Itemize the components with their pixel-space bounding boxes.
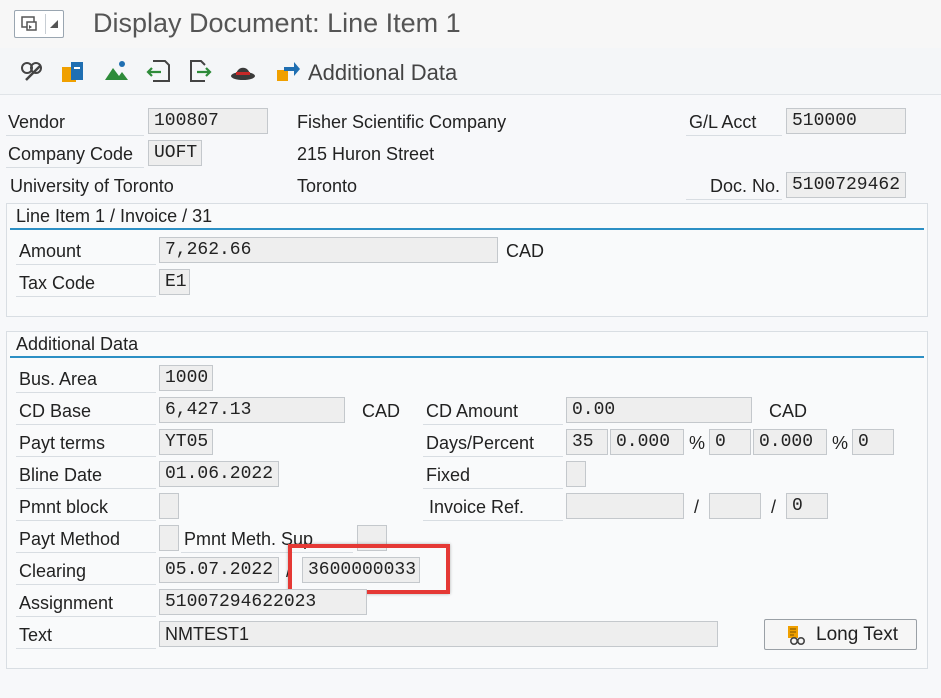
bline-date-field[interactable]: 01.06.2022 xyxy=(159,461,279,487)
amount-currency: CAD xyxy=(506,241,545,261)
clearing-label: Clearing xyxy=(19,561,87,581)
text-field[interactable]: NMTEST1 xyxy=(159,621,718,647)
long-text-icon xyxy=(788,626,806,646)
payt-method-field[interactable] xyxy=(159,525,179,551)
invoice-ref-year-field[interactable] xyxy=(709,493,761,519)
text-label: Text xyxy=(19,625,53,645)
additional-data-group-title: Additional Data xyxy=(16,334,139,354)
clearing-date-field[interactable]: 05.07.2022 xyxy=(159,557,279,583)
pmnt-block-label: Pmnt block xyxy=(19,497,109,517)
payt-terms-label: Payt terms xyxy=(19,433,106,453)
display-change-icon[interactable] xyxy=(18,58,44,84)
invoice-ref-item-field[interactable]: 0 xyxy=(786,493,828,519)
tax-code-label: Tax Code xyxy=(19,273,96,293)
pct1-sign: % xyxy=(689,433,706,453)
days1-field[interactable]: 35 xyxy=(566,429,608,455)
doc-no-field[interactable]: 5100729462 xyxy=(786,172,906,198)
company-code-field[interactable]: UOFT xyxy=(148,140,202,166)
cd-base-field[interactable]: 6,427.13 xyxy=(159,397,345,423)
vendor-street: 215 Huron Street xyxy=(297,144,435,164)
payt-method-label: Payt Method xyxy=(19,529,121,549)
additional-data-button[interactable]: Additional Data xyxy=(308,60,457,86)
days2-field[interactable]: 0 xyxy=(709,429,751,455)
pmnt-block-field[interactable] xyxy=(159,493,179,519)
gl-acct-label: G/L Acct xyxy=(689,112,757,132)
bus-area-field[interactable]: 1000 xyxy=(159,365,213,391)
vendor-name: Fisher Scientific Company xyxy=(297,112,507,132)
invoice-ref-field[interactable] xyxy=(566,493,684,519)
company-name: University of Toronto xyxy=(10,176,174,196)
menu-icon xyxy=(21,16,37,31)
document-icon[interactable] xyxy=(60,58,86,84)
cd-amount-field[interactable]: 0.00 xyxy=(566,397,752,423)
bus-area-label: Bus. Area xyxy=(19,369,98,389)
long-text-button[interactable]: Long Text xyxy=(764,619,917,650)
cd-amount-currency: CAD xyxy=(769,401,808,421)
assignment-field[interactable]: 51007294622023 xyxy=(159,589,367,615)
page-title: Display Document: Line Item 1 xyxy=(93,8,461,38)
days3-field[interactable]: 0 xyxy=(852,429,894,455)
menu-button[interactable] xyxy=(14,10,64,38)
vendor-city: Toronto xyxy=(297,176,358,196)
company-code-label: Company Code xyxy=(8,144,134,164)
additional-data-icon[interactable] xyxy=(274,58,300,84)
amount-label: Amount xyxy=(19,241,82,261)
dropdown-arrow-icon xyxy=(50,20,58,28)
highlight-box xyxy=(288,544,450,594)
cd-base-label: CD Base xyxy=(19,401,92,421)
previous-item-icon[interactable] xyxy=(145,58,171,84)
vendor-field[interactable]: 100807 xyxy=(148,108,268,134)
cd-amount-label: CD Amount xyxy=(426,401,519,421)
gl-acct-field[interactable]: 510000 xyxy=(786,108,906,134)
fixed-label: Fixed xyxy=(426,465,471,485)
toolbar xyxy=(0,48,941,95)
fixed-field[interactable] xyxy=(566,461,586,487)
doc-no-label: Doc. No. xyxy=(710,176,781,196)
pct1-field[interactable]: 0.000 xyxy=(610,429,684,455)
bline-date-label: Bline Date xyxy=(19,465,103,485)
amount-field[interactable]: 7,262.66 xyxy=(159,237,498,263)
invoice-ref-slash-1: / xyxy=(694,497,700,517)
next-item-icon[interactable] xyxy=(187,58,213,84)
title-bar: Display Document: Line Item 1 xyxy=(0,0,941,49)
assignment-label: Assignment xyxy=(19,593,114,613)
pct2-sign: % xyxy=(832,433,849,453)
tax-code-field[interactable]: E1 xyxy=(159,269,190,295)
days-percent-label: Days/Percent xyxy=(426,433,535,453)
hat-icon[interactable] xyxy=(230,58,256,84)
pct2-field[interactable]: 0.000 xyxy=(753,429,827,455)
payt-terms-field[interactable]: YT05 xyxy=(159,429,213,455)
line-item-group-title: Line Item 1 / Invoice / 31 xyxy=(16,206,213,226)
vendor-label: Vendor xyxy=(8,112,66,132)
long-text-label: Long Text xyxy=(816,624,899,645)
mountain-icon[interactable] xyxy=(103,58,129,84)
cd-base-currency: CAD xyxy=(362,401,401,421)
invoice-ref-label: Invoice Ref. xyxy=(429,497,525,517)
invoice-ref-slash-2: / xyxy=(771,497,777,517)
